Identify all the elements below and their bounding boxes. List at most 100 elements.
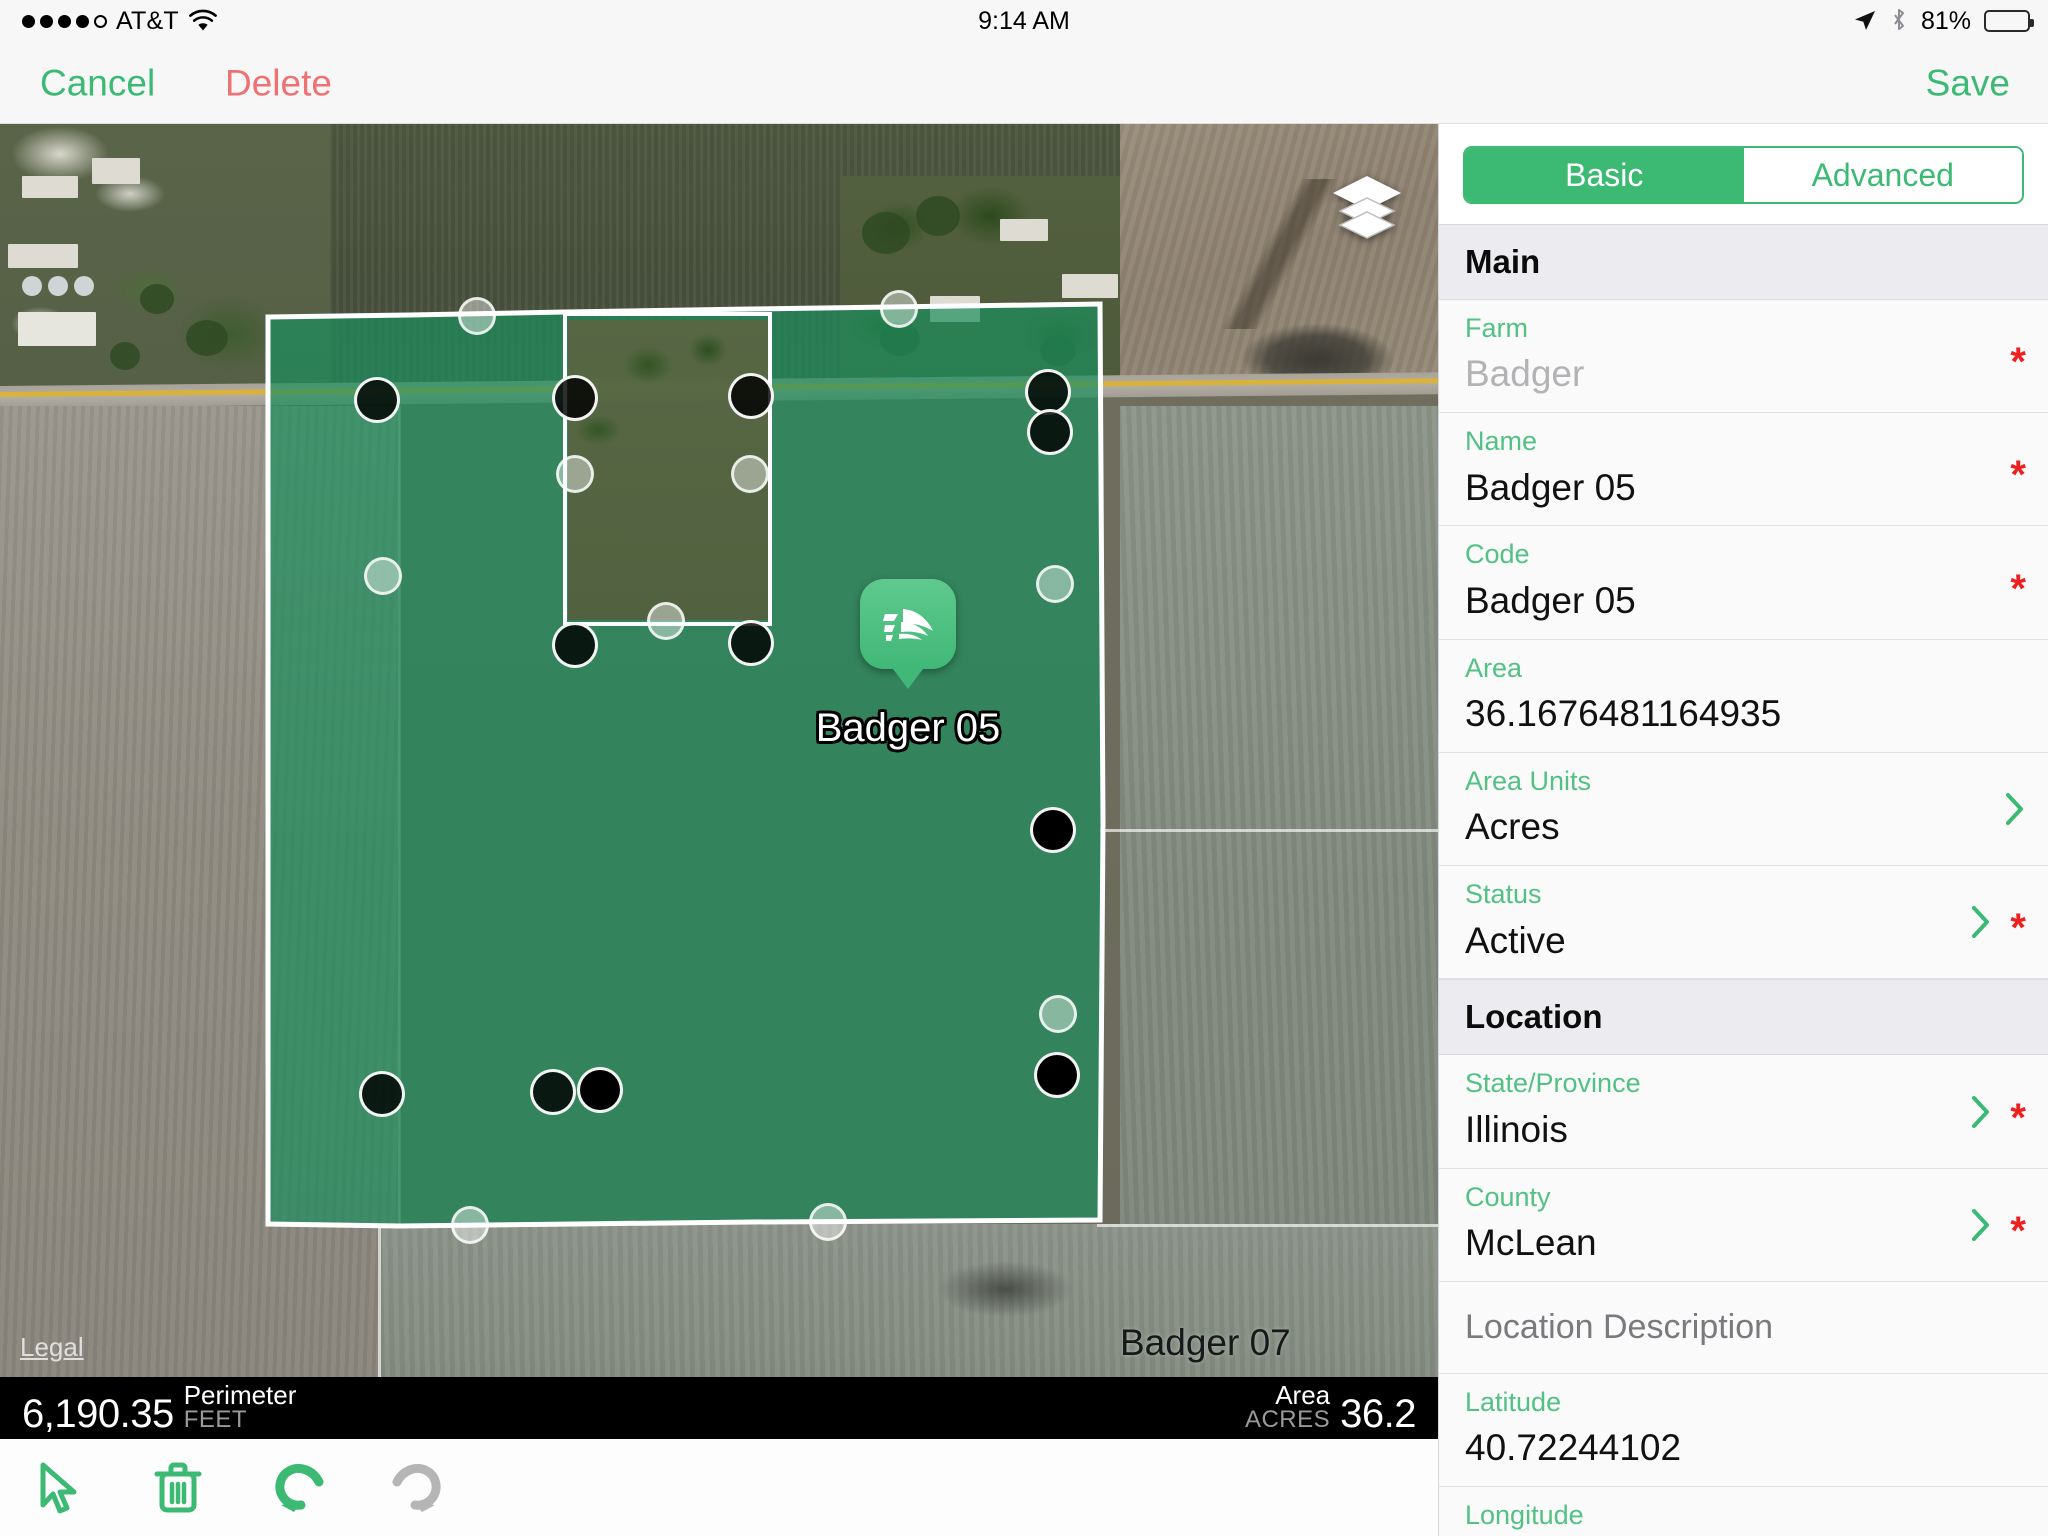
polygon-vertex-handle[interactable] [530,1069,576,1115]
field-label: Code [1465,539,1530,570]
polygon-vertex-handle[interactable] [359,1071,405,1117]
tab-basic[interactable]: Basic [1465,148,1744,202]
field-label: Latitude [1465,1386,1562,1417]
trash-icon[interactable] [142,1452,214,1524]
field-label: County [1465,1181,1551,1212]
required-asterisk: * [2010,340,2026,385]
neighbor-field-label: Badger 07 [1120,1322,1291,1363]
polygon-midpoint-handle[interactable] [731,455,769,493]
polygon-midpoint-handle[interactable] [556,455,594,493]
area-title: Area [1275,1379,1331,1410]
polygon-midpoint-handle[interactable] [451,1206,489,1244]
layers-icon[interactable] [1328,172,1406,242]
measurement-bar: 6,190.35 Perimeter FEET Area ACRES 36.2 [0,1377,1438,1439]
field-label: Longitude [1465,1500,1584,1531]
polygon-vertex-handle[interactable] [1030,807,1076,853]
field-value[interactable]: 36.1676481164935 [1465,686,2022,740]
polygon-vertex-handle[interactable] [552,622,598,668]
perimeter-readout: 6,190.35 Perimeter FEET [22,1379,297,1437]
bluetooth-icon [1890,8,1908,34]
redo-icon [382,1452,454,1524]
editing-toolbar [0,1439,1438,1536]
field-value[interactable]: Badger [1465,346,2022,400]
polygon-midpoint-handle[interactable] [1039,995,1077,1033]
status-bar-right: 81% [1853,6,2034,36]
field-row-longitude[interactable]: Longitude -88.90712187 [1439,1487,2048,1536]
field-label: Area Units [1465,765,1592,796]
field-value[interactable]: 40.72244102 [1465,1420,2022,1474]
chevron-right-icon [1972,1095,1989,1128]
location-arrow-icon [1853,9,1877,33]
chevron-right-icon [1972,1208,1989,1241]
perimeter-unit: FEET [183,1406,248,1434]
field-row-code[interactable]: Code Badger 05 * [1439,526,2048,640]
field-marker-pin[interactable] [860,579,956,689]
polygon-midpoint-handle[interactable] [364,557,402,595]
battery-icon [1984,10,2034,32]
section-header-location: Location [1439,979,2048,1056]
polygon-vertex-handle[interactable] [354,377,400,423]
perimeter-value: 6,190.35 [22,1392,174,1437]
perimeter-title: Perimeter [183,1379,297,1410]
field-row-state-province[interactable]: State/Province Illinois * [1439,1055,2048,1169]
clock: 9:14 AM [978,6,1070,35]
save-button[interactable]: Save [1916,58,2020,107]
polygon-vertex-handle[interactable] [577,1067,623,1113]
polygon-vertex-handle[interactable] [1027,409,1073,455]
polygon-vertex-handle[interactable] [728,373,774,419]
required-asterisk: * [2010,906,2026,951]
field-label: State/Province [1465,1068,1641,1099]
required-asterisk: * [2010,1208,2026,1253]
polygon-vertex-handle[interactable] [1034,1052,1080,1098]
field-row-farm[interactable]: Farm Badger * [1439,300,2048,414]
required-asterisk: * [2010,453,2026,498]
field-value[interactable]: Active [1465,913,2022,967]
navigation-bar: Cancel Delete Save [0,42,2048,124]
field-label: Area [1465,652,1523,683]
chevron-right-icon [2006,793,2023,826]
field-value[interactable]: Badger 05 [1465,460,2022,514]
legal-link[interactable]: Legal [20,1332,84,1363]
polygon-midpoint-handle[interactable] [458,297,496,335]
field-row-county[interactable]: County McLean * [1439,1168,2048,1282]
area-value: 36.2 [1340,1392,1416,1437]
cursor-arrow-icon[interactable] [22,1452,94,1524]
field-row-name[interactable]: Name Badger 05 * [1439,413,2048,527]
required-asterisk: * [2010,1095,2026,1140]
polygon-midpoint-handle[interactable] [1036,565,1074,603]
field-row-area[interactable]: Area 36.1676481164935 [1439,639,2048,753]
detail-panel: Basic Advanced Main Farm Badger * Name B… [1438,124,2048,1536]
polygon-vertex-handle[interactable] [552,375,598,421]
required-asterisk: * [2010,566,2026,611]
undo-icon[interactable] [262,1452,334,1524]
field-label: Name [1465,426,1538,457]
battery-percent: 81% [1920,6,1971,35]
polygon-vertex-handle[interactable] [728,620,774,666]
field-value[interactable]: McLean [1465,1215,2022,1269]
section-header-main: Main [1439,224,2048,300]
tab-advanced[interactable]: Advanced [1743,148,2022,202]
status-bar: AT&T 9:14 AM 81% [0,0,2048,42]
field-boundary-polygon[interactable] [0,124,1438,1377]
cancel-button[interactable]: Cancel [30,58,165,107]
field-label: Status [1465,879,1542,910]
field-value[interactable]: Illinois [1465,1102,2022,1156]
field-row-status[interactable]: Status Active * [1439,866,2048,980]
field-row-area-units[interactable]: Area Units Acres [1439,752,2048,867]
section-header-location-description: Location Description [1439,1281,2048,1374]
polygon-midpoint-handle[interactable] [647,602,685,640]
map-view[interactable]: Badger 05 Badger 07 Legal [0,124,1438,1377]
area-readout: Area ACRES 36.2 [1244,1379,1417,1437]
field-crop-rows-icon [860,579,956,669]
field-marker-label: Badger 05 [815,706,1001,750]
field-row-latitude[interactable]: Latitude 40.72244102 [1439,1373,2048,1488]
field-value[interactable]: Acres [1465,799,2022,853]
area-unit: ACRES [1244,1406,1331,1434]
chevron-right-icon [1972,906,1989,939]
field-value[interactable]: Badger 05 [1465,573,2022,627]
tab-bar: Basic Advanced [1439,124,2048,224]
delete-button[interactable]: Delete [215,58,342,107]
polygon-midpoint-handle[interactable] [880,290,918,328]
polygon-midpoint-handle[interactable] [809,1203,847,1241]
field-label: Farm [1465,313,1528,343]
